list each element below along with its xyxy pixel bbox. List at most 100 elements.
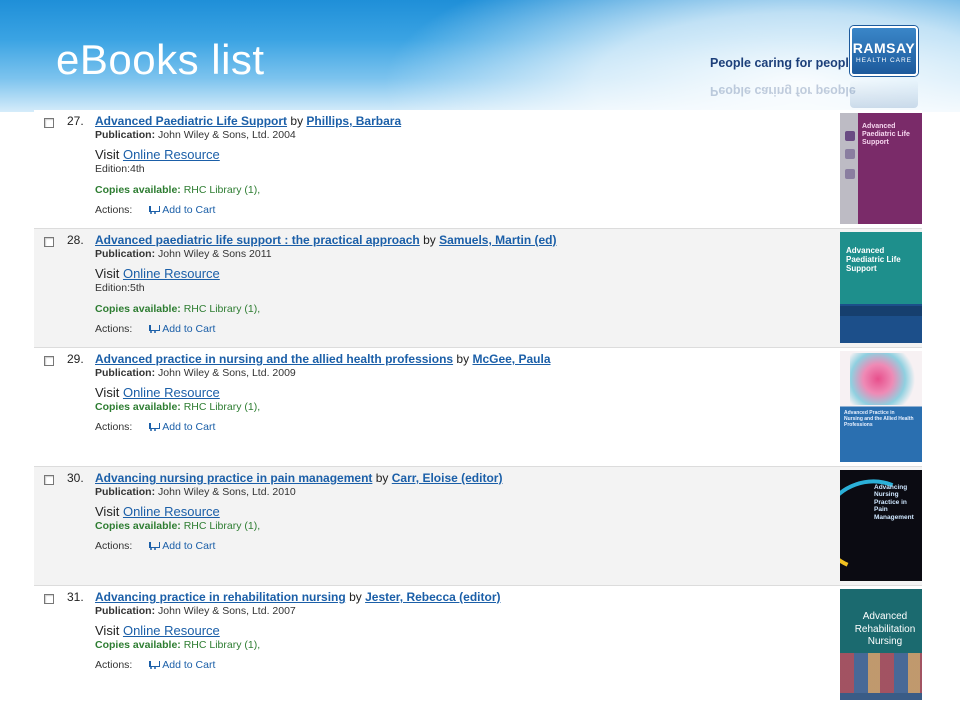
- publication-line: Publication: John Wiley & Sons 2011: [95, 248, 832, 263]
- book-cover-thumbnail[interactable]: Advancing Nursing Practice in Pain Manag…: [840, 470, 922, 581]
- publication-label: Publication:: [95, 605, 156, 617]
- by-text: by: [423, 233, 436, 247]
- actions-line: Actions: Add to Cart: [95, 323, 832, 335]
- actions-label: Actions:: [95, 204, 133, 216]
- item-number: 30.: [67, 471, 84, 485]
- select-checkbox[interactable]: [44, 356, 54, 366]
- cart-icon: [149, 325, 161, 333]
- publication-label: Publication:: [95, 129, 156, 141]
- add-to-cart-button[interactable]: Add to Cart: [149, 204, 215, 216]
- add-to-cart-label: Add to Cart: [162, 421, 216, 433]
- title-link[interactable]: Advanced practice in nursing and the all…: [95, 352, 453, 366]
- cover-title: Advanced Practice in Nursing and the All…: [844, 410, 914, 428]
- brand-area: People caring for people People caring f…: [708, 24, 928, 112]
- add-to-cart-label: Add to Cart: [162, 323, 216, 335]
- publication-value: John Wiley & Sons, Ltd. 2009: [158, 367, 296, 379]
- add-to-cart-button[interactable]: Add to Cart: [149, 421, 215, 433]
- visit-label: Visit: [95, 504, 120, 519]
- page-title: eBooks list: [56, 36, 265, 83]
- publication-label: Publication:: [95, 367, 156, 379]
- actions-line: Actions: Add to Cart: [95, 659, 832, 671]
- select-checkbox[interactable]: [44, 594, 54, 604]
- copies-label: Copies available:: [95, 401, 181, 413]
- publication-line: Publication: John Wiley & Sons, Ltd. 200…: [95, 129, 832, 144]
- select-checkbox[interactable]: [44, 118, 54, 128]
- cover-title: Advanced Rehabilitation Nursing: [854, 611, 916, 647]
- add-to-cart-button[interactable]: Add to Cart: [149, 540, 215, 552]
- actions-label: Actions:: [95, 540, 133, 552]
- visit-line: Visit Online Resource: [95, 504, 832, 520]
- online-resource-link[interactable]: Online Resource: [123, 623, 220, 638]
- title-link[interactable]: Advanced Paediatric Life Support: [95, 114, 287, 128]
- list-item: 30. Advancing nursing practice in pain m…: [34, 467, 922, 586]
- by-text: by: [375, 471, 389, 485]
- publication-value: John Wiley & Sons, Ltd. 2010: [158, 486, 296, 498]
- actions-line: Actions: Add to Cart: [95, 540, 832, 552]
- title-line: Advancing nursing practice in pain manag…: [95, 471, 832, 486]
- publication-value: John Wiley & Sons, Ltd. 2007: [158, 605, 296, 617]
- title-link[interactable]: Advancing nursing practice in pain manag…: [95, 471, 372, 485]
- publication-line: Publication: John Wiley & Sons, Ltd. 200…: [95, 605, 832, 620]
- visit-label: Visit: [95, 147, 120, 162]
- cart-icon: [149, 542, 161, 550]
- item-number: 27.: [67, 114, 84, 128]
- cover-title: Advancing Nursing Practice in Pain Manag…: [874, 484, 914, 521]
- brand-tagline-reflection: People caring for people: [710, 84, 856, 98]
- cover-decoration: [840, 306, 922, 316]
- copies-value: RHC Library (1),: [183, 401, 261, 413]
- author-link[interactable]: Carr, Eloise (editor): [392, 471, 503, 485]
- book-cover-thumbnail[interactable]: Advanced Practice in Nursing and the All…: [840, 351, 922, 462]
- select-checkbox[interactable]: [44, 237, 54, 247]
- cover-decoration: [840, 653, 922, 693]
- cover-decoration: [845, 131, 855, 141]
- actions-label: Actions:: [95, 659, 133, 671]
- list-item: 27. Advanced Paediatric Life Support by …: [34, 110, 922, 229]
- publication-line: Publication: John Wiley & Sons, Ltd. 200…: [95, 367, 832, 382]
- edition-label: Edition:: [95, 163, 131, 175]
- publication-label: Publication:: [95, 486, 156, 498]
- online-resource-link[interactable]: Online Resource: [123, 385, 220, 400]
- visit-label: Visit: [95, 385, 120, 400]
- title-link[interactable]: Advancing practice in rehabilitation nur…: [95, 590, 346, 604]
- publication-line: Publication: John Wiley & Sons, Ltd. 201…: [95, 486, 832, 501]
- author-link[interactable]: Phillips, Barbara: [306, 114, 401, 128]
- results-list: 27. Advanced Paediatric Life Support by …: [34, 110, 922, 705]
- copies-line: Copies available: RHC Library (1),: [95, 639, 832, 651]
- book-cover-thumbnail[interactable]: Advanced Rehabilitation Nursing: [840, 589, 922, 700]
- list-item: 31. Advancing practice in rehabilitation…: [34, 586, 922, 705]
- visit-label: Visit: [95, 266, 120, 281]
- by-text: by: [456, 352, 470, 366]
- publication-label: Publication:: [95, 248, 156, 260]
- title-line: Advanced practice in nursing and the all…: [95, 352, 832, 367]
- title-link[interactable]: Advanced paediatric life support : the p…: [95, 233, 420, 247]
- book-cover-thumbnail[interactable]: Advanced Paediatric Life Support: [840, 232, 922, 343]
- copies-value: RHC Library (1),: [183, 184, 261, 196]
- author-link[interactable]: Jester, Rebecca (editor): [365, 590, 500, 604]
- online-resource-link[interactable]: Online Resource: [123, 147, 220, 162]
- copies-line: Copies available: RHC Library (1),: [95, 401, 832, 413]
- ramsay-logo: RAMSAY HEALTH CARE: [850, 26, 918, 76]
- copies-line: Copies available: RHC Library (1),: [95, 303, 832, 315]
- online-resource-link[interactable]: Online Resource: [123, 504, 220, 519]
- item-body: Advanced paediatric life support : the p…: [95, 233, 832, 335]
- add-to-cart-button[interactable]: Add to Cart: [149, 659, 215, 671]
- item-number: 31.: [67, 590, 84, 604]
- copies-line: Copies available: RHC Library (1),: [95, 520, 832, 532]
- list-item: 28. Advanced paediatric life support : t…: [34, 229, 922, 348]
- add-to-cart-label: Add to Cart: [162, 659, 216, 671]
- copies-label: Copies available:: [95, 184, 181, 196]
- author-link[interactable]: McGee, Paula: [472, 352, 550, 366]
- logo-line1: RAMSAY: [852, 40, 916, 56]
- brand-tagline: People caring for people: [710, 56, 856, 70]
- select-checkbox[interactable]: [44, 475, 54, 485]
- item-number: 29.: [67, 352, 84, 366]
- online-resource-link[interactable]: Online Resource: [123, 266, 220, 281]
- actions-line: Actions: Add to Cart: [95, 204, 832, 216]
- copies-label: Copies available:: [95, 303, 181, 315]
- actions-label: Actions:: [95, 323, 133, 335]
- author-link[interactable]: Samuels, Martin (ed): [439, 233, 556, 247]
- book-cover-thumbnail[interactable]: Advanced Paediatric Life Support: [840, 113, 922, 224]
- edition-value: 4th: [130, 163, 145, 175]
- cart-icon: [149, 661, 161, 669]
- add-to-cart-button[interactable]: Add to Cart: [149, 323, 215, 335]
